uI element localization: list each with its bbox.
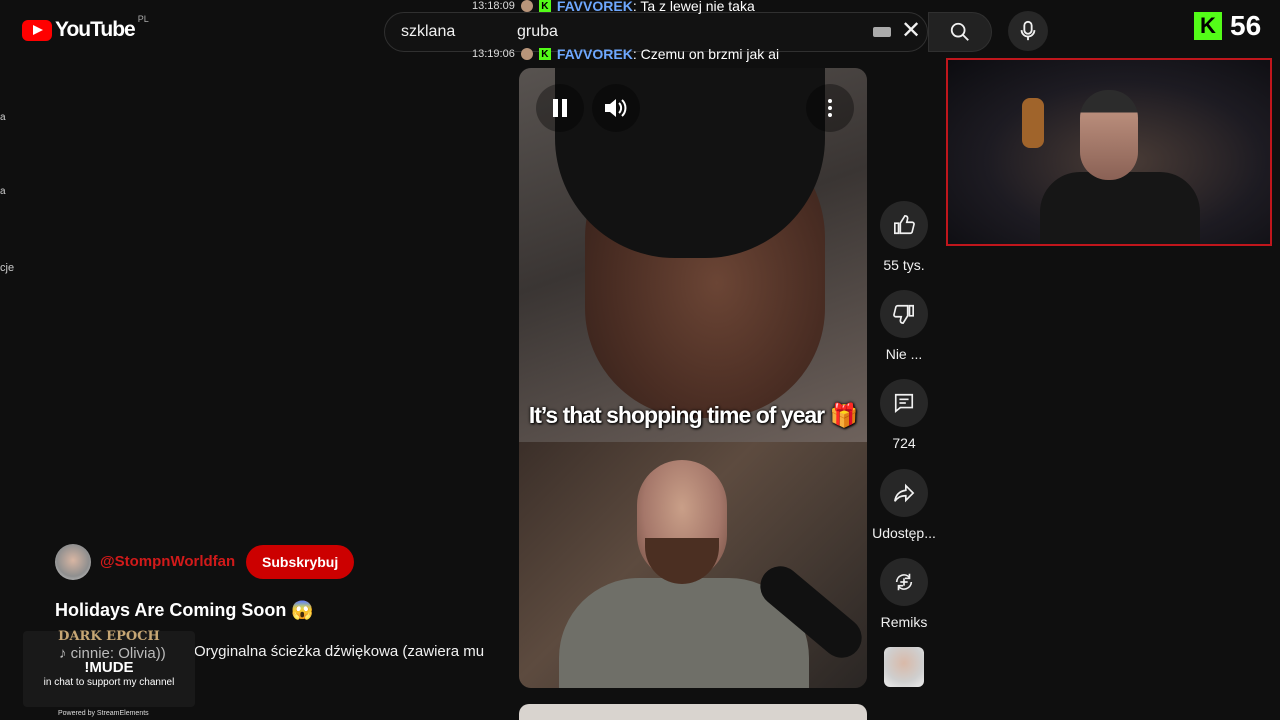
search-button[interactable]	[928, 12, 992, 52]
widget-text: in chat to support my channel	[43, 677, 175, 688]
chat-avatar	[520, 48, 533, 60]
streamer-webcam	[946, 58, 1272, 246]
volume-icon	[605, 99, 627, 117]
chat-username: FAVVOREK	[556, 46, 633, 62]
share-circle[interactable]	[880, 469, 928, 517]
search-icon	[950, 22, 969, 41]
youtube-play-icon	[22, 19, 52, 41]
comment-icon	[894, 393, 914, 413]
streamer-head	[1080, 90, 1138, 180]
thumbs-down-icon	[893, 304, 914, 324]
sidebar-fragment: cje	[0, 262, 15, 274]
widget-command: !MUDE	[84, 659, 134, 676]
share-icon	[894, 483, 915, 503]
like-button[interactable]: 55 tys.	[864, 201, 944, 273]
clear-search-icon[interactable]: ✕	[901, 19, 921, 43]
remix-button[interactable]: Remiks	[864, 558, 944, 630]
dislike-label: Nie ...	[885, 346, 923, 362]
next-short-preview[interactable]	[519, 704, 867, 720]
channel-name[interactable]: @StompnWorldfan	[100, 553, 235, 570]
shorts-video-player[interactable]: It’s that shopping time of year 🎁	[519, 68, 867, 688]
figurine-image	[1022, 98, 1044, 148]
short-title: Holidays Are Coming Soon 😱	[55, 600, 314, 620]
thumbs-up-icon	[894, 215, 915, 235]
search-query-word: gruba	[517, 23, 558, 40]
logo-text: YouTube	[55, 18, 136, 41]
kick-logo-icon: K	[1194, 12, 1222, 40]
search-query-word: szklana	[401, 23, 456, 40]
chat-timestamp: 13:18:09	[472, 0, 515, 12]
video-caption: It’s that shopping time of year 🎁	[528, 402, 858, 428]
youtube-logo[interactable]: YouTube PL	[22, 14, 149, 42]
country-code: PL	[137, 14, 149, 24]
sidebar-fragment: a	[0, 112, 6, 123]
kick-viewer-count: K 56	[1194, 10, 1261, 42]
keyboard-icon[interactable]	[873, 27, 891, 37]
dislike-button[interactable]: Nie ...	[864, 290, 944, 362]
comments-circle[interactable]	[880, 379, 928, 427]
voice-search-button[interactable]	[1008, 11, 1048, 51]
remix-icon	[895, 573, 913, 591]
streamer-body	[1040, 172, 1200, 244]
stream-elements-footer: Powered by StreamElements	[58, 710, 149, 717]
dislike-circle[interactable]	[880, 290, 928, 338]
share-label: Udostęp...	[872, 525, 936, 541]
pause-icon	[553, 99, 567, 117]
share-button[interactable]: Udostęp...	[864, 469, 944, 541]
subscribe-button[interactable]: Subskrybuj	[246, 545, 355, 579]
remix-label: Remiks	[880, 614, 928, 630]
pause-button[interactable]	[536, 84, 584, 132]
channel-avatar[interactable]	[55, 544, 91, 580]
sidebar-fragment: a	[0, 186, 6, 197]
more-vert-icon	[828, 99, 832, 117]
chat-message: 13:19:06 K FAVVOREK: Czemu on brzmi jak …	[472, 46, 779, 62]
stream-elements-widget: DARK EPOCH ♪ cinnie: Olivia)) !MUDE in c…	[23, 629, 195, 707]
more-options-button[interactable]	[806, 84, 854, 132]
like-count: 55 tys.	[883, 257, 925, 273]
comments-button[interactable]: 724	[864, 379, 944, 451]
viewer-count: 56	[1230, 10, 1262, 41]
chat-username: FAVVOREK	[556, 0, 633, 14]
chat-timestamp: 13:19:06	[472, 48, 515, 60]
volume-button[interactable]	[592, 84, 640, 132]
chat-text: : Czemu on brzmi jak ai	[632, 46, 780, 62]
mic-icon	[1020, 20, 1036, 41]
remix-circle[interactable]	[880, 558, 928, 606]
comments-count: 724	[892, 435, 916, 451]
sound-source-avatar[interactable]	[884, 647, 924, 687]
chat-message: 13:18:09 K FAVVOREK: Ta z lewej nie taka	[472, 0, 755, 14]
like-circle[interactable]	[880, 201, 928, 249]
chat-avatar	[520, 0, 533, 12]
chat-text: : Ta z lewej nie taka	[632, 0, 755, 14]
game-logo-text: DARK EPOCH	[58, 629, 160, 644]
kick-badge-icon: K	[538, 48, 551, 60]
kick-badge-icon: K	[538, 0, 551, 12]
video-bottom-frame	[519, 442, 867, 688]
music-info[interactable]: Oryginalna ścieżka dźwiękowa (zawiera mu	[194, 643, 504, 660]
